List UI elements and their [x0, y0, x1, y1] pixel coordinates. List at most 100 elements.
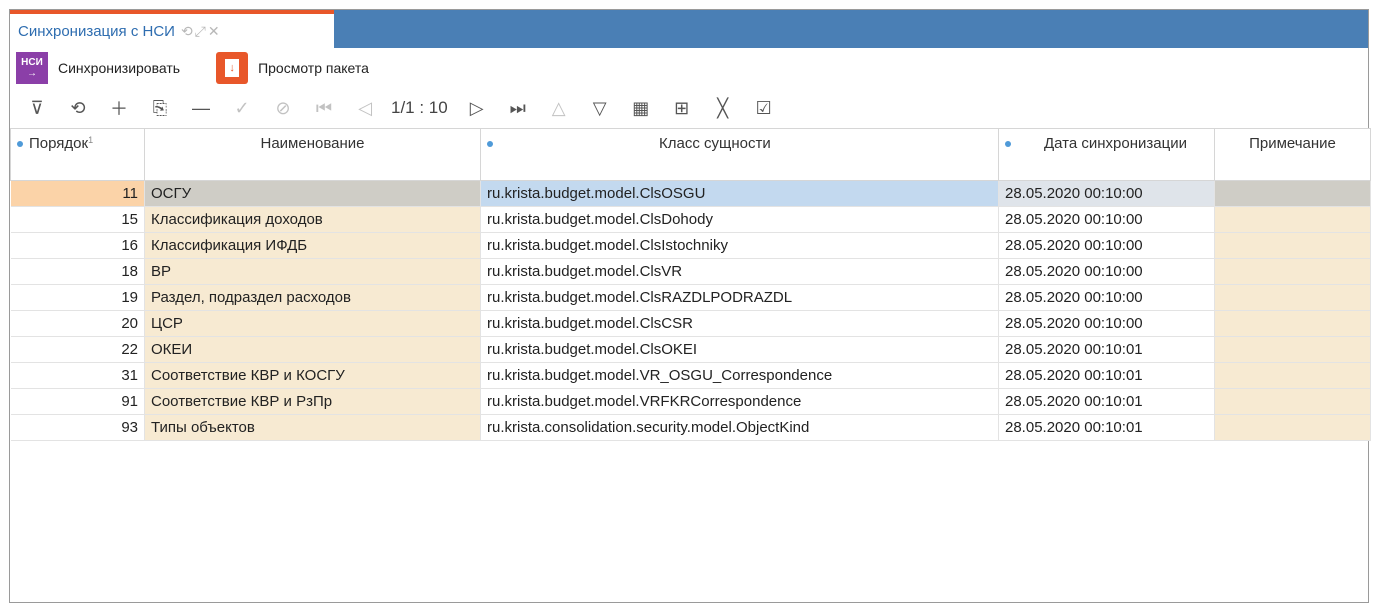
tab-close-icon[interactable]: ✕ — [208, 23, 220, 40]
check-icon[interactable]: ✓ — [225, 93, 259, 123]
refresh-icon[interactable]: ⟲ — [61, 93, 95, 123]
cell-note — [1214, 388, 1371, 415]
move-up-icon[interactable]: △ — [542, 93, 576, 123]
cell-class: ru.krista.budget.model.ClsIstochniky — [480, 232, 999, 259]
cell-order: 18 — [10, 258, 145, 285]
table-row[interactable]: 11 ОСГУ ru.krista.budget.model.ClsOSGU 2… — [10, 180, 1371, 207]
cell-name: ОСГУ — [144, 180, 481, 207]
cell-name: Соответствие КВР и КОСГУ — [144, 362, 481, 389]
cell-order: 19 — [10, 284, 145, 311]
next-page-icon[interactable]: ▷ — [460, 93, 494, 123]
cell-note — [1214, 310, 1371, 337]
cell-class: ru.krista.budget.model.ClsDohody — [480, 206, 999, 233]
cell-date: 28.05.2020 00:10:01 — [998, 414, 1215, 441]
prev-page-icon[interactable]: ◁ — [348, 93, 382, 123]
header-name[interactable]: Наименование — [144, 128, 481, 181]
cell-order: 93 — [10, 414, 145, 441]
cell-name: ЦСР — [144, 310, 481, 337]
cell-class: ru.krista.consolidation.security.model.O… — [480, 414, 999, 441]
table-row[interactable]: 19 Раздел, подраздел расходов ru.krista.… — [10, 284, 1371, 311]
remove-icon[interactable]: — — [184, 93, 218, 123]
table-row[interactable]: 15 Классификация доходов ru.krista.budge… — [10, 206, 1371, 233]
table-header-row: Порядок1 Наименование Класс сущности Дат… — [10, 128, 1371, 181]
cell-order: 11 — [10, 180, 145, 207]
cell-date: 28.05.2020 00:10:00 — [998, 258, 1215, 285]
cell-name: Соответствие КВР и РзПр — [144, 388, 481, 415]
cell-name: Раздел, подраздел расходов — [144, 284, 481, 311]
header-class[interactable]: Класс сущности — [480, 128, 999, 181]
copy-icon[interactable]: ⎘ — [143, 93, 177, 123]
export-icon[interactable]: ☑ — [747, 93, 781, 123]
cell-note — [1214, 180, 1371, 207]
cell-note — [1214, 258, 1371, 285]
key-dot-icon — [17, 141, 23, 148]
cell-name: Классификация ИФДБ — [144, 232, 481, 259]
pager-indicator: 1/1 : 10 — [391, 98, 448, 117]
cell-note — [1214, 206, 1371, 233]
cell-class: ru.krista.budget.model.ClsVR — [480, 258, 999, 285]
cell-note — [1214, 414, 1371, 441]
cell-class: ru.krista.budget.model.ClsOKEI — [480, 336, 999, 363]
cell-date: 28.05.2020 00:10:00 — [998, 284, 1215, 311]
tab-sync-nsi[interactable]: Синхронизация с НСИ ⟲ ⤢ ✕ — [10, 10, 334, 48]
cell-name: Классификация доходов — [144, 206, 481, 233]
cell-note — [1214, 336, 1371, 363]
cell-class: ru.krista.budget.model.VR_OSGU_Correspon… — [480, 362, 999, 389]
tab-refresh-icon[interactable]: ⟲ — [181, 23, 193, 40]
view-package-label: Просмотр пакета — [258, 60, 369, 76]
add-icon[interactable]: ＋ — [102, 93, 136, 123]
package-icon: ↓ — [216, 52, 249, 84]
view-package-button[interactable]: ↓ Просмотр пакета — [216, 52, 369, 84]
cell-name: Типы объектов — [144, 414, 481, 441]
clear-icon[interactable]: ╳ — [706, 93, 740, 123]
cell-name: ОКЕИ — [144, 336, 481, 363]
tab-strip: Синхронизация с НСИ ⟲ ⤢ ✕ — [10, 10, 1368, 48]
synchronize-button[interactable]: НСИ → Синхронизировать — [16, 52, 180, 84]
grid-view-icon[interactable]: ▦ — [624, 93, 658, 123]
cell-class: ru.krista.budget.model.ClsCSR — [480, 310, 999, 337]
last-page-icon[interactable]: ⏭ — [501, 93, 535, 123]
cell-order: 31 — [10, 362, 145, 389]
cell-date: 28.05.2020 00:10:00 — [998, 206, 1215, 233]
cell-order: 22 — [10, 336, 145, 363]
cancel-icon[interactable]: ⊘ — [266, 93, 300, 123]
sync-table: Порядок1 Наименование Класс сущности Дат… — [10, 128, 1371, 441]
key-dot-icon — [487, 141, 493, 148]
move-down-icon[interactable]: ▽ — [583, 93, 617, 123]
header-date[interactable]: Дата синхронизации — [998, 128, 1215, 181]
sort-indicator: 1 — [88, 135, 94, 145]
add-column-icon[interactable]: ⊞ — [665, 93, 699, 123]
cell-name: ВР — [144, 258, 481, 285]
cell-date: 28.05.2020 00:10:00 — [998, 180, 1215, 207]
header-note[interactable]: Примечание — [1214, 128, 1371, 181]
cell-date: 28.05.2020 00:10:01 — [998, 388, 1215, 415]
cell-note — [1214, 362, 1371, 389]
cell-class: ru.krista.budget.model.ClsOSGU — [480, 180, 999, 207]
cell-order: 15 — [10, 206, 145, 233]
cell-note — [1214, 284, 1371, 311]
tab-expand-icon[interactable]: ⤢ — [195, 23, 206, 40]
synchronize-label: Синхронизировать — [58, 60, 181, 76]
table-row[interactable]: 18 ВР ru.krista.budget.model.ClsVR 28.05… — [10, 258, 1371, 285]
nsi-sync-icon: НСИ → — [16, 52, 48, 84]
table-row[interactable]: 22 ОКЕИ ru.krista.budget.model.ClsOKEI 2… — [10, 336, 1371, 363]
cell-order: 91 — [10, 388, 145, 415]
cell-order: 16 — [10, 232, 145, 259]
table-row[interactable]: 20 ЦСР ru.krista.budget.model.ClsCSR 28.… — [10, 310, 1371, 337]
tab-title: Синхронизация с НСИ — [18, 22, 175, 40]
action-bar: НСИ → Синхронизировать ↓ Просмотр пакета — [10, 48, 1368, 88]
cell-date: 28.05.2020 00:10:01 — [998, 362, 1215, 389]
cell-date: 28.05.2020 00:10:00 — [998, 232, 1215, 259]
table-row[interactable]: 16 Классификация ИФДБ ru.krista.budget.m… — [10, 232, 1371, 259]
cell-date: 28.05.2020 00:10:01 — [998, 336, 1215, 363]
table-row[interactable]: 93 Типы объектов ru.krista.consolidation… — [10, 414, 1371, 441]
header-order[interactable]: Порядок1 — [10, 128, 145, 181]
grid-toolbar: ⊽ ⟲ ＋ ⎘ — ✓ ⊘ ⏮ ◁ 1/1 : 10 ▷ ⏭ △ ▽ ▦ ⊞ ╳… — [10, 90, 1368, 126]
key-dot-icon — [1005, 141, 1011, 147]
cell-note — [1214, 232, 1371, 259]
table-row[interactable]: 31 Соответствие КВР и КОСГУ ru.krista.bu… — [10, 362, 1371, 389]
sync-window: Синхронизация с НСИ ⟲ ⤢ ✕ НСИ → Синхрони… — [9, 9, 1371, 603]
filter-icon[interactable]: ⊽ — [20, 93, 54, 123]
first-page-icon[interactable]: ⏮ — [307, 93, 341, 123]
table-row[interactable]: 91 Соответствие КВР и РзПр ru.krista.bud… — [10, 388, 1371, 415]
